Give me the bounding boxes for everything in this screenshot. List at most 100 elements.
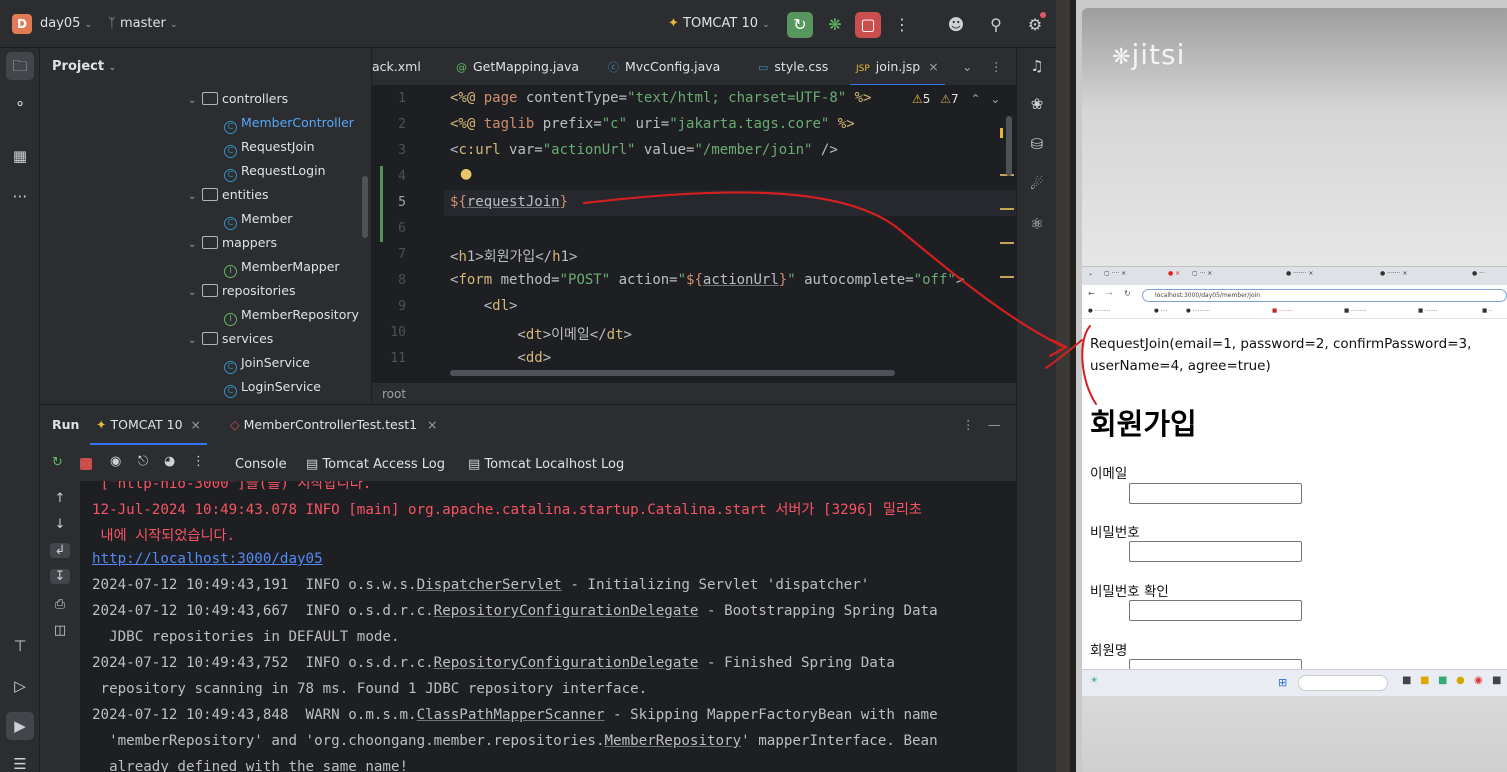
add-user-icon[interactable]: ☻ bbox=[943, 12, 969, 38]
run-tab-test[interactable]: ◇ MemberControllerTest.test1 × bbox=[230, 417, 438, 432]
taskbar-app-icon[interactable]: ■ bbox=[1420, 675, 1429, 686]
browser-tab[interactable]: ● × bbox=[1168, 270, 1180, 277]
chevron-down-icon[interactable]: ⌄ bbox=[188, 185, 202, 209]
back-icon[interactable]: ← bbox=[1088, 289, 1095, 298]
bookmark-item[interactable]: ■ ·· bbox=[1482, 308, 1492, 314]
taskbar-app-icon[interactable]: ■ bbox=[1438, 675, 1447, 686]
bookmark-item[interactable]: ● ·········· bbox=[1186, 308, 1210, 314]
tabs-more-icon[interactable]: ⋮ bbox=[990, 48, 1003, 85]
browser-tab[interactable]: ⌄ bbox=[1088, 270, 1093, 277]
notifications-bell-icon[interactable]: ♫ bbox=[1023, 52, 1051, 80]
layers-icon[interactable]: ☰ bbox=[6, 750, 34, 772]
restore-layout-icon[interactable]: ⎋ bbox=[138, 454, 148, 469]
code-line[interactable]: <%@ taglib prefix="c" uri="jakarta.tags.… bbox=[450, 116, 855, 132]
inspection-widget[interactable]: ⚠5 ⚠7 ⌃ ⌄ bbox=[912, 92, 1000, 106]
taskbar-app-icon[interactable]: ■ bbox=[1492, 675, 1501, 686]
tree-item-repositories[interactable]: ⌄ repositories bbox=[188, 279, 296, 303]
close-icon[interactable]: × bbox=[191, 417, 201, 432]
chevron-down-icon[interactable]: ⌄ bbox=[188, 89, 202, 113]
browser-tab[interactable]: ▢ ···· × bbox=[1104, 270, 1126, 277]
code-line[interactable]: <dt>이메일</dt> bbox=[450, 324, 632, 344]
reload-icon[interactable]: ↻ bbox=[1124, 289, 1131, 298]
tree-item-entities[interactable]: ⌄ entities bbox=[188, 183, 269, 207]
rerun-icon[interactable]: ↻ bbox=[52, 455, 63, 470]
tab-ack-xml[interactable]: ack.xml bbox=[372, 48, 421, 85]
bookmark-item[interactable]: ■ ········· bbox=[1344, 308, 1367, 314]
weather-icon[interactable]: ☀ bbox=[1090, 676, 1098, 686]
stop-icon[interactable] bbox=[80, 458, 92, 470]
tree-item-membercontroller[interactable]: C MemberController bbox=[224, 111, 354, 135]
run-config-selector[interactable]: ✦ TOMCAT 10 ⌄ bbox=[668, 16, 770, 31]
build-hammer-icon[interactable]: ⊤ bbox=[6, 632, 34, 660]
bookmark-item[interactable]: ● ········· bbox=[1088, 308, 1110, 314]
project-scrollbar[interactable] bbox=[362, 176, 368, 238]
branch-switcher[interactable]: ᛉ master ⌄ bbox=[108, 16, 177, 31]
run-tool-icon[interactable]: ▶ bbox=[6, 712, 34, 740]
tree-item-mappers[interactable]: ⌄ mappers bbox=[188, 231, 277, 255]
tab-getmapping-java[interactable]: @ GetMapping.java bbox=[456, 48, 579, 85]
arrow-down-icon[interactable]: ↓ bbox=[50, 517, 70, 532]
print-icon[interactable]: ⎙ bbox=[50, 597, 70, 612]
console-link[interactable]: http://localhost:3000/day05 bbox=[92, 551, 323, 567]
taskbar-search[interactable] bbox=[1298, 675, 1388, 691]
run-tab-tomcat[interactable]: ✦ TOMCAT 10 × bbox=[90, 405, 208, 445]
chevron-down-icon[interactable]: ⌄ bbox=[188, 281, 202, 305]
code-line[interactable]: <dl> bbox=[450, 298, 518, 314]
project-view-icon[interactable]: 🗀 bbox=[6, 52, 34, 80]
email-field[interactable] bbox=[1129, 483, 1302, 504]
structure-icon[interactable]: ▦ bbox=[6, 142, 34, 170]
taskbar-chrome-icon[interactable]: ◉ bbox=[1474, 675, 1483, 686]
code-line[interactable]: <dd> bbox=[450, 350, 551, 366]
tree-item-controllers[interactable]: ⌄ controllers bbox=[188, 87, 288, 111]
more-tools-icon[interactable]: ⋯ bbox=[6, 182, 34, 210]
code-editor[interactable]: 1 2 3 4 5 6 7 8 9 10 11 <%@ page contentType="text… bbox=[372, 86, 1016, 382]
tab-style-css[interactable]: ▭ style.css bbox=[758, 48, 828, 85]
soft-wrap-icon[interactable]: ↲ bbox=[50, 543, 70, 558]
tab-join-jsp[interactable]: JSP join.jsp × bbox=[850, 48, 945, 85]
editor-vscrollbar[interactable] bbox=[1006, 116, 1012, 176]
close-icon[interactable]: × bbox=[427, 417, 437, 432]
chevron-down-icon[interactable]: ⌄ bbox=[188, 233, 202, 257]
editor-hscrollbar[interactable] bbox=[450, 370, 895, 376]
confirm-password-field[interactable] bbox=[1129, 600, 1302, 621]
gradle-elephant-icon[interactable]: ☄ bbox=[1023, 170, 1051, 198]
forward-icon[interactable]: → bbox=[1106, 289, 1113, 298]
debug-button[interactable]: ❋ bbox=[822, 12, 848, 38]
bookmark-item[interactable]: ■ ······· bbox=[1418, 308, 1437, 314]
scroll-to-end-icon[interactable]: ↧ bbox=[50, 569, 70, 584]
subtab-console[interactable]: Console bbox=[235, 457, 287, 472]
start-menu-icon[interactable]: ⊞ bbox=[1278, 676, 1287, 689]
password-field[interactable] bbox=[1129, 541, 1302, 562]
code-line[interactable]: ${requestJoin} bbox=[450, 194, 568, 210]
url-input[interactable]: localhost:3000/day05/member/join bbox=[1142, 289, 1507, 302]
more-icon[interactable]: ⋮ bbox=[192, 454, 205, 469]
clear-trash-icon[interactable]: ◫ bbox=[50, 623, 70, 638]
tree-item-requestjoin[interactable]: C RequestJoin bbox=[224, 135, 315, 159]
tree-item-membermapper[interactable]: I MemberMapper bbox=[224, 255, 340, 279]
tree-item-requestlogin[interactable]: C RequestLogin bbox=[224, 159, 326, 183]
code-line[interactable]: <form method="POST" action="${actionUrl}… bbox=[450, 272, 964, 288]
code-line[interactable]: <h1>회원가입</h1> bbox=[450, 246, 577, 266]
minimize-icon[interactable]: — bbox=[988, 417, 1001, 432]
browser-tab[interactable]: ● ······· × bbox=[1286, 270, 1313, 277]
tabs-dropdown-icon[interactable]: ⌄ bbox=[962, 48, 972, 85]
code-line[interactable]: <%@ page contentType="text/html; charset… bbox=[450, 90, 871, 106]
close-icon[interactable]: × bbox=[928, 59, 938, 74]
browser-tab[interactable]: ▢ ··· × bbox=[1192, 270, 1212, 277]
tree-item-joinservice[interactable]: C JoinService bbox=[224, 351, 310, 375]
code-line[interactable]: <c:url var="actionUrl" value="/member/jo… bbox=[450, 142, 838, 158]
taskbar-app-icon[interactable]: ● bbox=[1456, 675, 1465, 686]
chevron-down-icon[interactable]: ⌄ bbox=[188, 329, 202, 353]
run-more-icon[interactable]: ⋮ bbox=[962, 417, 975, 432]
console-output[interactable]: ["http-nio-3000"]을(를) 시작합니다. 12-Jul-2024 … bbox=[80, 481, 1016, 772]
taskbar-app-icon[interactable]: ■ bbox=[1402, 675, 1411, 686]
stop-button[interactable]: ▢ bbox=[855, 12, 881, 38]
tree-item-memberrepository[interactable]: I MemberRepository bbox=[224, 303, 359, 327]
rerun-button[interactable]: ↻ bbox=[787, 12, 813, 38]
tree-item-loginservice[interactable]: C LoginService bbox=[224, 375, 321, 399]
tab-mvcconfig-java[interactable]: ⓒ MvcConfig.java bbox=[608, 48, 720, 85]
subtab-access-log[interactable]: ▤ Tomcat Access Log bbox=[306, 457, 445, 472]
ai-assistant-icon[interactable]: ❀ bbox=[1023, 90, 1051, 118]
more-actions-icon[interactable]: ⋮ bbox=[889, 12, 915, 38]
arrow-up-icon[interactable]: ↑ bbox=[50, 491, 70, 506]
